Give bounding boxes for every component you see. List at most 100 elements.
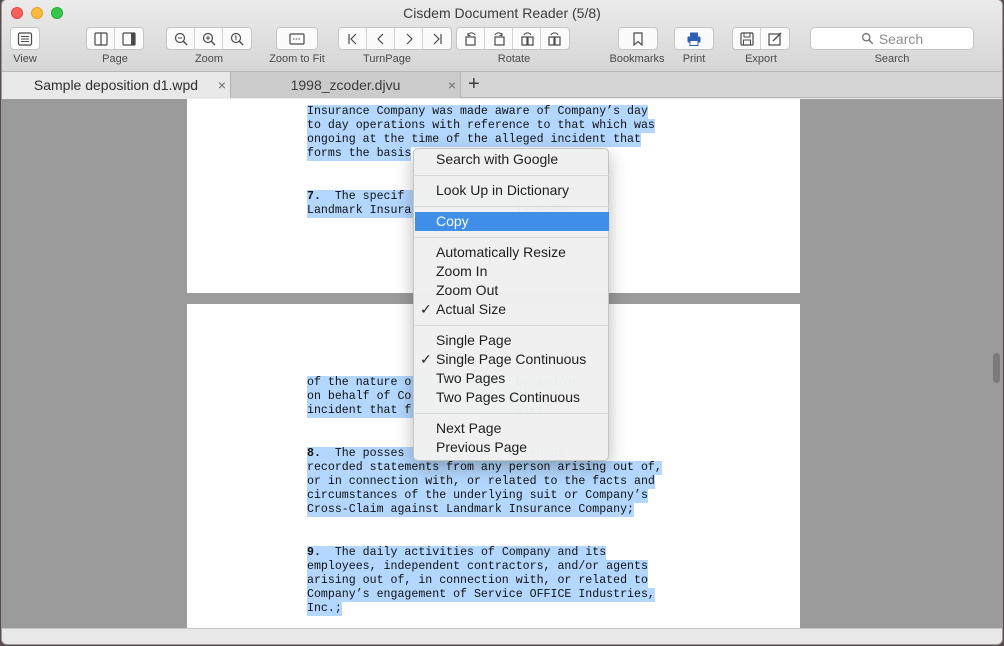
menu-item-single-page-continuous[interactable]: ✓ Single Page Continuous <box>415 350 609 369</box>
item-number: 9. <box>307 546 321 559</box>
tab-zcoder-djvu[interactable]: 1998_zcoder.djvu × <box>231 72 461 98</box>
menu-item-label: Two Pages Continuous <box>436 389 580 405</box>
zoom-in-button[interactable] <box>195 28 223 49</box>
page-group <box>86 27 144 50</box>
zoom-in-icon <box>202 32 215 45</box>
zoom-actual-icon <box>230 32 244 45</box>
menu-separator <box>415 206 609 207</box>
text-line[interactable]: Cross-Claim against Landmark Insurance C… <box>307 503 634 517</box>
first-page-button[interactable] <box>339 28 367 49</box>
zoom-fit-icon <box>289 32 305 45</box>
menu-item-next-page[interactable]: Next Page <box>415 419 609 438</box>
menu-item-single-page[interactable]: Single Page <box>415 331 609 350</box>
rotate-page-left-button[interactable] <box>513 28 541 49</box>
text-line[interactable]: Inc.; <box>307 602 342 616</box>
first-page-icon <box>347 33 356 44</box>
print-button[interactable] <box>675 28 713 49</box>
menu-item-auto-resize[interactable]: Automatically Resize <box>415 243 609 262</box>
save-button[interactable] <box>733 28 761 49</box>
print-group <box>674 27 714 50</box>
text-line[interactable]: forms the basis <box>307 147 412 161</box>
add-tab-icon[interactable]: + <box>468 73 480 96</box>
rotate-left-button[interactable] <box>457 28 485 49</box>
menu-separator <box>415 237 609 238</box>
text-line[interactable]: Company’s engagement of Service OFFICE I… <box>307 588 655 602</box>
window-title: Cisdem Document Reader (5/8) <box>403 5 601 21</box>
split-page-icon <box>93 31 108 46</box>
chevron-right-icon <box>406 33 413 44</box>
page-label: Page <box>102 53 128 65</box>
zoom-out-button[interactable] <box>167 28 195 49</box>
search-icon <box>861 33 874 45</box>
single-page-button[interactable] <box>87 28 115 49</box>
zoom-label: Zoom <box>194 53 224 65</box>
sidebar-page-button[interactable] <box>115 28 143 49</box>
menu-item-two-pages[interactable]: Two Pages <box>415 369 609 388</box>
tab-close-icon[interactable]: × <box>218 77 226 93</box>
vertical-scrollbar[interactable] <box>993 353 1000 383</box>
search-label: Search <box>874 53 910 65</box>
text-line[interactable]: 9. The daily activities of Company and i… <box>307 546 607 560</box>
save-icon <box>739 31 754 46</box>
previous-page-button[interactable] <box>367 28 395 49</box>
item-text: The daily activities of Company and its <box>320 546 607 559</box>
text-line[interactable]: or in connection with, or related to the… <box>307 475 655 489</box>
export-group <box>732 27 790 50</box>
menu-item-search-google[interactable]: Search with Google <box>415 150 609 169</box>
zoom-to-fit-button[interactable] <box>277 28 317 49</box>
text-line[interactable]: to day operations with reference to that… <box>307 119 655 133</box>
bookmarks-label: Bookmarks <box>609 53 665 65</box>
bookmarks-button[interactable] <box>619 28 657 49</box>
text-line[interactable]: arising out of, in connection with, or r… <box>307 574 648 588</box>
next-page-button[interactable] <box>395 28 423 49</box>
menu-item-label: Search with Google <box>436 151 559 167</box>
chevron-left-icon <box>376 33 383 44</box>
view-group <box>10 27 40 50</box>
menu-item-label: Zoom In <box>436 263 488 279</box>
turnpage-label: TurnPage <box>363 53 411 65</box>
actual-size-button[interactable] <box>223 28 251 49</box>
menu-item-label: Actual Size <box>436 301 507 317</box>
sidebar-right-icon <box>122 31 136 46</box>
export-edit-icon <box>768 32 782 46</box>
search-placeholder: Search <box>878 30 924 47</box>
menu-item-previous-page[interactable]: Previous Page <box>415 438 609 457</box>
tab-close-icon[interactable]: × <box>448 77 456 93</box>
view-label: View <box>13 53 37 65</box>
context-menu: Search with Google Look Up in Dictionary… <box>413 148 609 461</box>
menu-item-label: Next Page <box>436 420 502 436</box>
tab-bar: Sample deposition d1.wpd × 1998_zcoder.d… <box>2 72 1002 98</box>
menu-item-label: Single Page Continuous <box>436 351 587 367</box>
menu-item-label: Single Page <box>436 332 512 348</box>
text-line[interactable]: recorded statements from any person aris… <box>307 461 662 475</box>
export-label: Export <box>745 53 777 65</box>
last-page-button[interactable] <box>423 28 451 49</box>
menu-item-copy[interactable]: Copy <box>415 212 609 231</box>
text-line[interactable]: ongoing at the time of the alleged incid… <box>307 133 641 147</box>
rotate-right-button[interactable] <box>485 28 513 49</box>
rotate-page-left-icon <box>520 31 534 46</box>
titlebar: Cisdem Document Reader (5/8) View Page Z… <box>2 0 1002 72</box>
menu-separator <box>415 413 609 414</box>
menu-item-actual-size[interactable]: ✓ Actual Size <box>415 300 609 319</box>
rotate-group <box>456 27 570 50</box>
tab-sample-deposition[interactable]: Sample deposition d1.wpd × <box>2 72 231 98</box>
menu-separator <box>415 325 609 326</box>
menu-item-two-pages-continuous[interactable]: Two Pages Continuous <box>415 388 609 407</box>
status-bar <box>2 628 1002 644</box>
last-page-icon <box>433 33 442 44</box>
view-button[interactable] <box>11 28 39 49</box>
checkmark-icon: ✓ <box>420 351 432 367</box>
rotate-page-right-button[interactable] <box>541 28 569 49</box>
export-button[interactable] <box>761 28 789 49</box>
sidebar-list-icon <box>17 31 33 46</box>
text-line[interactable]: employees, independent contractors, and/… <box>307 560 648 574</box>
print-label: Print <box>682 53 706 65</box>
menu-item-zoom-out[interactable]: Zoom Out <box>415 281 609 300</box>
text-line[interactable]: Insurance Company was made aware of Comp… <box>307 105 648 119</box>
menu-item-label: Automatically Resize <box>436 244 566 260</box>
menu-item-look-up[interactable]: Look Up in Dictionary <box>415 181 609 200</box>
text-line[interactable]: circumstances of the underlying suit or … <box>307 489 648 503</box>
menu-item-zoom-in[interactable]: Zoom In <box>415 262 609 281</box>
search-input[interactable]: Search <box>810 27 974 50</box>
